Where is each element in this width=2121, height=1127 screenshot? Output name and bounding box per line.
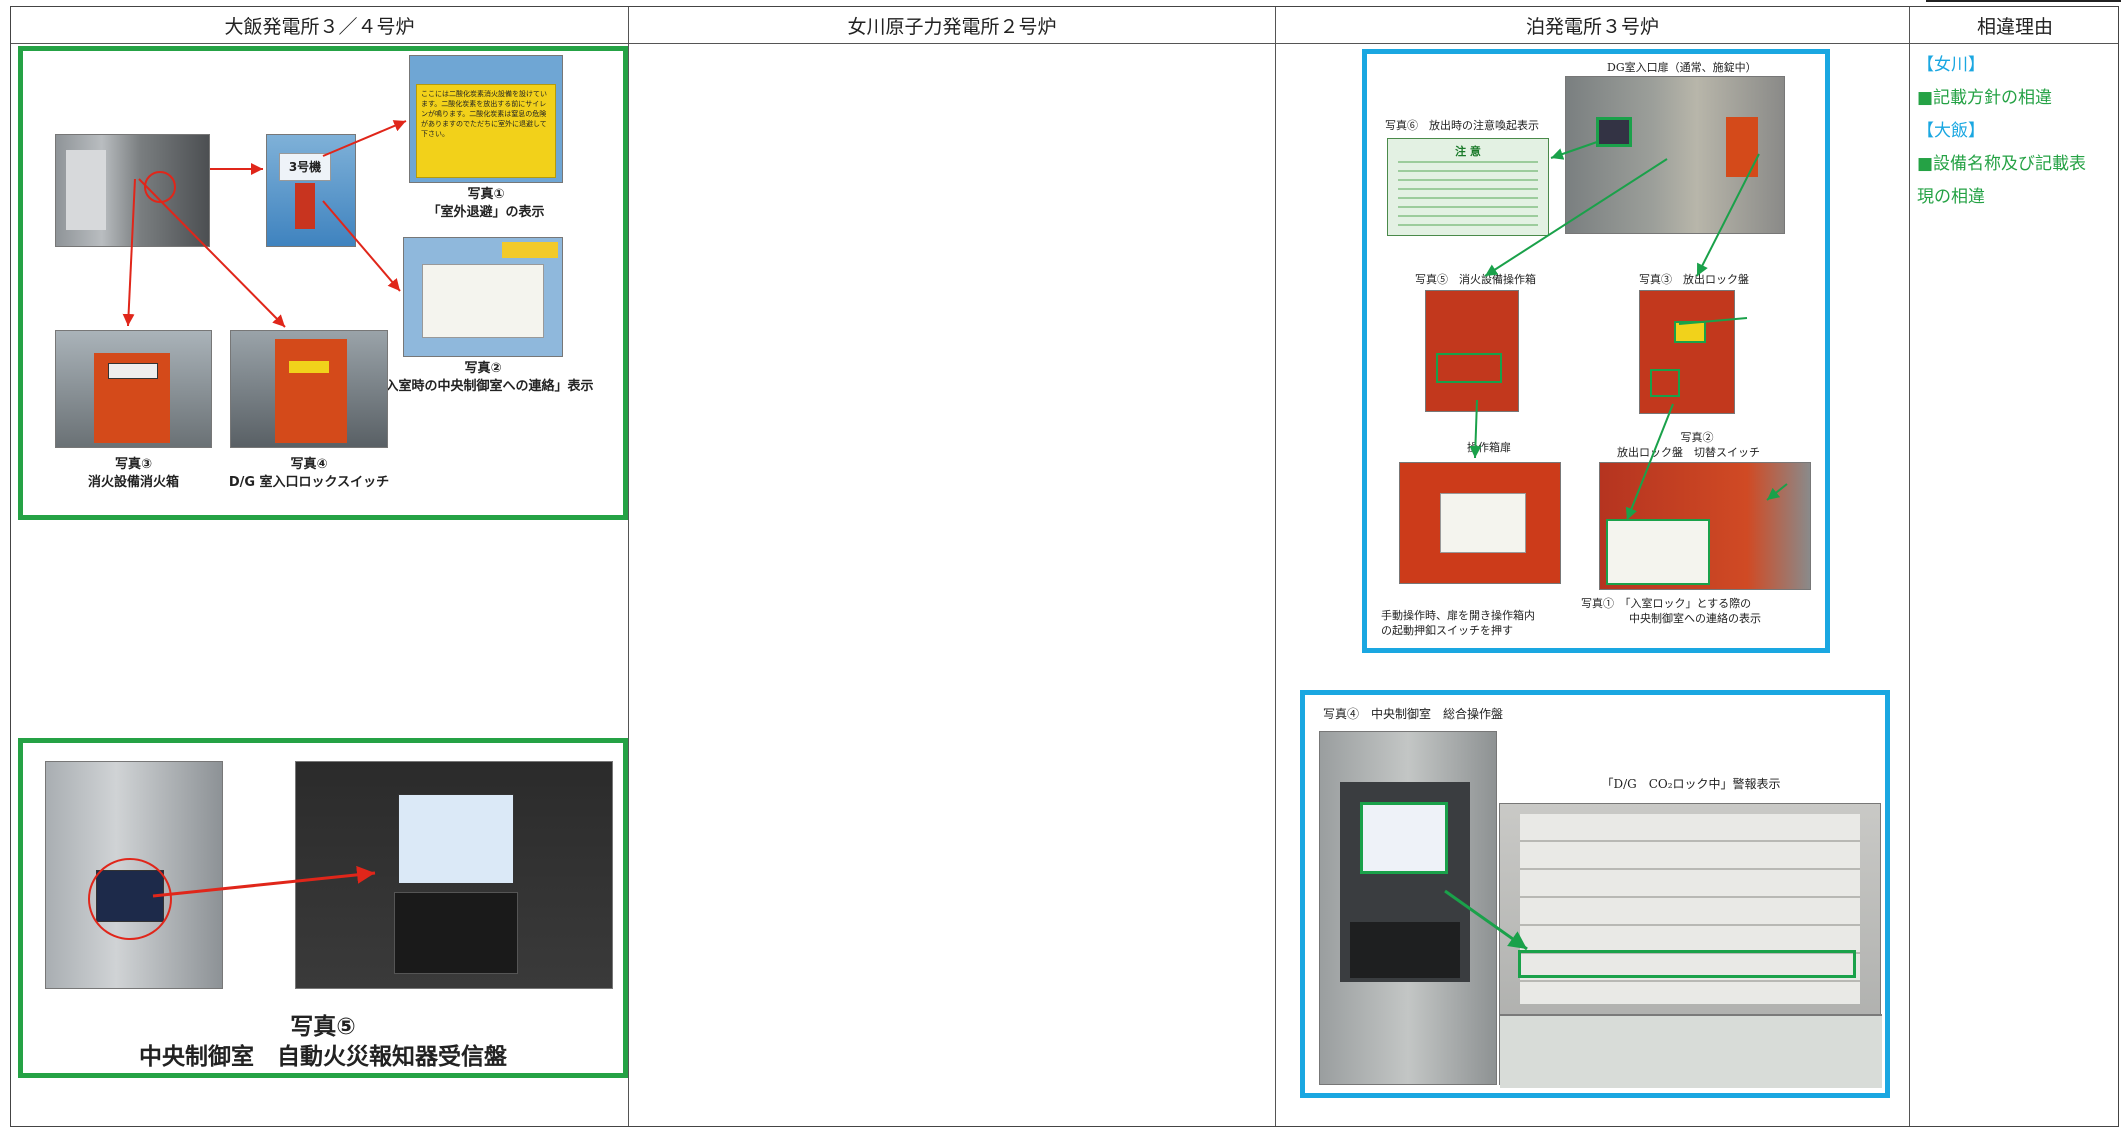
lock-panel-switch-highlight bbox=[1650, 369, 1680, 397]
extinguisher-operation-box-photo bbox=[1425, 290, 1519, 412]
dg-room-door-photo bbox=[55, 134, 210, 247]
photo4-label: 写真④ 中央制御室 総合操作盤 bbox=[1323, 707, 1504, 721]
photo3-label: 写真③ 放出ロック盤 bbox=[1639, 273, 1749, 286]
column-header-reason: 相違理由 bbox=[1976, 15, 2053, 38]
column-header-onagawa: 女川原子力発電所２号炉 bbox=[847, 15, 1057, 38]
yellow-label bbox=[502, 242, 558, 258]
column-divider bbox=[628, 7, 629, 1126]
manual-note-line2: の起動押釦スイッチを押す bbox=[1381, 624, 1513, 637]
fire-alarm-panel-photo bbox=[295, 761, 613, 989]
photo1-label-line2: 中央制御室への連絡の表示 bbox=[1629, 612, 1761, 625]
photo2-label-text: 放出ロック盤 切替スイッチ bbox=[1617, 446, 1760, 459]
release-lock-panel-photo bbox=[1639, 290, 1735, 414]
photo3-caption-text: 消火設備消火箱 bbox=[87, 475, 179, 490]
door-notice bbox=[1440, 493, 1526, 553]
photo5-caption-text: 中央制御室 自動火災報知器受信盤 bbox=[139, 1044, 507, 1070]
photo2-caption-number: 写真② bbox=[464, 361, 502, 376]
operation-box-door-photo bbox=[1399, 462, 1561, 584]
contact-notice-photo bbox=[403, 237, 563, 357]
reason-text-ohi-line1: ■設備名称及び記載表 bbox=[1917, 154, 2087, 174]
switch-lock-photo bbox=[1599, 462, 1811, 590]
difference-reasons: 【女川】 ■記載方針の相違 【大飯】 ■設備名称及び記載表 現の相違 bbox=[1917, 49, 2086, 214]
photo2-caption-text: 「入室時の中央制御室への連絡」表示 bbox=[372, 379, 594, 394]
control-buttons bbox=[394, 892, 518, 974]
door-label: 操作箱扉 bbox=[1467, 441, 1511, 454]
lock-box-label bbox=[289, 361, 329, 373]
photo1-label-line1: 写真① 「入室ロック」とする際の bbox=[1581, 597, 1752, 610]
contact-notice-highlight bbox=[1606, 519, 1710, 585]
ohi-photo-panel-1: 3号機 ここには二酸化炭素消火設備を設けています。二酸化炭素を放出する前にサイレ… bbox=[18, 46, 628, 520]
photo4-caption-text: D/G 室入口ロックスイッチ bbox=[228, 475, 390, 490]
photo6-label: 写真⑥ 放出時の注意喚起表示 bbox=[1385, 119, 1539, 132]
operation-box-highlight bbox=[1436, 353, 1502, 383]
column-divider bbox=[1909, 7, 1910, 1126]
ohi-photo-panel-2: 写真⑤ 中央制御室 自動火災報知器受信盤 bbox=[18, 738, 628, 1078]
header-rule bbox=[11, 43, 2118, 44]
evacuation-sign-photo: ここには二酸化炭素消火設備を設けています。二酸化炭素を放出する前にサイレンが鳴り… bbox=[409, 55, 563, 183]
entrance-label: DG室入口扉（通常、施錠中） bbox=[1607, 61, 1757, 74]
tomari-photo-panel-2: 写真④ 中央制御室 総合操作盤 「D/G CO₂ロック中」警報表示 bbox=[1300, 690, 1890, 1098]
lock-panel-display bbox=[1674, 321, 1706, 343]
unit-label: 3号機 bbox=[279, 153, 331, 181]
tomari-photo-panel-1: DG室入口扉（通常、施錠中） 写真⑥ 放出時の注意喚起表示 注 意 写真⑤ 消火… bbox=[1362, 49, 1830, 653]
alarm-panel-photo bbox=[1499, 803, 1882, 1088]
alarm-label: 「D/G CO₂ロック中」警報表示 bbox=[1601, 777, 1781, 791]
manual-note-line1: 手動操作時、扉を開き操作箱内 bbox=[1381, 609, 1535, 622]
highlight-circle bbox=[144, 171, 176, 203]
photo5-label: 写真⑤ 消火設備操作箱 bbox=[1415, 273, 1536, 286]
console-screen-highlight bbox=[1360, 802, 1448, 874]
caution-sign-photo: 注 意 bbox=[1387, 138, 1549, 236]
photo1-caption-number: 写真① bbox=[467, 187, 505, 202]
dg-door-photo bbox=[1565, 76, 1785, 234]
box-window bbox=[108, 363, 158, 379]
photo2-label-number: 写真② bbox=[1680, 431, 1714, 444]
reason-tag-ohi: 【大飯】 bbox=[1917, 121, 1985, 141]
column-header-ohi: 大飯発電所３／４号炉 bbox=[224, 15, 415, 38]
reason-text-onagawa: ■記載方針の相違 bbox=[1917, 88, 2053, 108]
photo4-caption-number: 写真④ bbox=[290, 457, 328, 472]
central-control-console-photo bbox=[1319, 731, 1497, 1085]
photo3-caption-number: 写真③ bbox=[114, 457, 152, 472]
reason-text-ohi-line2: 現の相違 bbox=[1917, 187, 1985, 207]
door-panel bbox=[66, 150, 106, 230]
fire-alarm-cabinet-photo bbox=[45, 761, 223, 989]
panel-screen bbox=[398, 794, 514, 884]
caution-text-lines bbox=[1398, 161, 1538, 227]
evacuation-sign-text: ここには二酸化炭素消火設備を設けています。二酸化炭素を放出する前にサイレンが鳴り… bbox=[416, 84, 556, 178]
extinguisher-box-photo bbox=[55, 330, 212, 448]
highlight-ellipse bbox=[88, 858, 172, 940]
door-lock-box bbox=[1726, 117, 1758, 177]
red-sticker bbox=[295, 183, 315, 229]
column-header-tomari: 泊発電所３号炉 bbox=[1525, 15, 1659, 38]
unit-sign-photo: 3号機 bbox=[266, 134, 356, 247]
console-keyboard bbox=[1350, 922, 1460, 978]
notice-paper bbox=[422, 264, 544, 338]
alarm-row-highlight bbox=[1518, 950, 1856, 978]
alarm-console-desk bbox=[1500, 1014, 1882, 1088]
photo1-caption-text: 「室外退避」の表示 bbox=[427, 205, 545, 220]
reason-tag-onagawa: 【女川】 bbox=[1917, 55, 1985, 75]
column-divider bbox=[1275, 7, 1276, 1126]
lock-switch-photo bbox=[230, 330, 388, 448]
caution-title: 注 意 bbox=[1455, 145, 1481, 158]
red-lock-box bbox=[275, 339, 347, 443]
photo5-caption-number: 写真⑤ bbox=[290, 1014, 356, 1040]
top-right-rule bbox=[1926, 0, 2121, 2]
